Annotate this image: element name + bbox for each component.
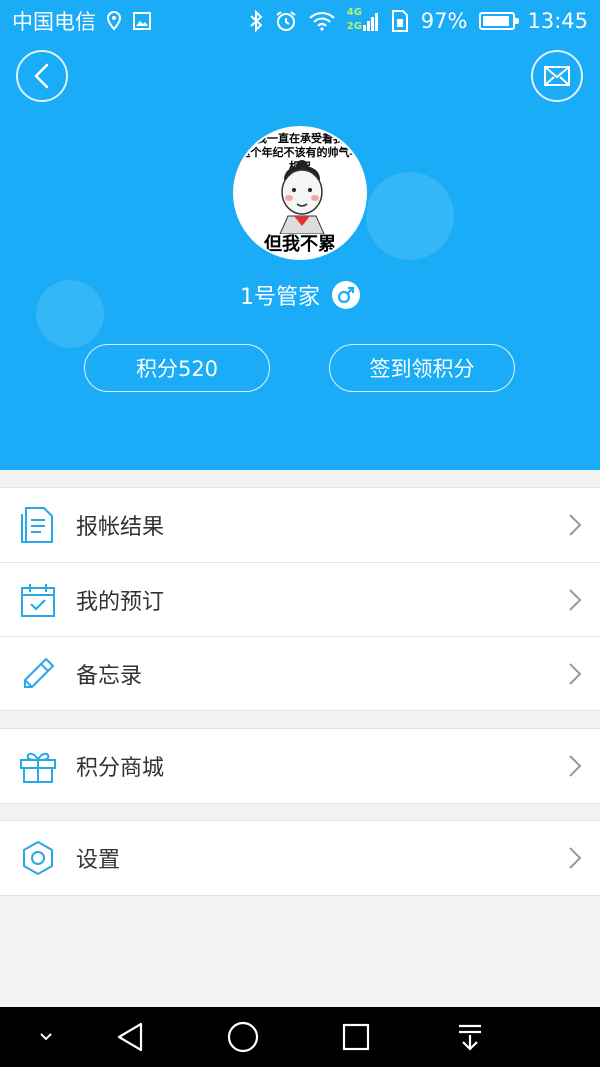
menu-group-3: 设置 xyxy=(0,820,600,896)
profile-header: 中国电信 4G 2G 97% 13:45 我一直在承受着我 这个年纪不该有的帅气… xyxy=(0,0,600,470)
menu-item-label: 积分商城 xyxy=(76,756,165,781)
menu-item-label: 设置 xyxy=(76,848,121,873)
alarm-icon xyxy=(275,10,297,32)
points-button[interactable]: 积分520 xyxy=(84,344,270,392)
status-bar: 中国电信 4G 2G 97% 13:45 xyxy=(0,0,600,42)
chevron-right-icon xyxy=(569,755,582,777)
avatar-caption-bottom: 但我不累 xyxy=(264,234,336,255)
chevron-right-icon xyxy=(569,514,582,536)
network-type-top: 4G xyxy=(346,7,362,18)
pencil-icon xyxy=(18,654,58,694)
menu-item-settings[interactable]: 设置 xyxy=(0,821,600,895)
location-icon xyxy=(106,11,122,31)
menu-item-memo[interactable]: 备忘录 xyxy=(0,636,600,710)
hide-nav-button[interactable] xyxy=(30,1007,62,1067)
avatar-cartoon xyxy=(279,160,325,234)
menu-group-1: 报帐结果 我的预订 备忘录 xyxy=(0,487,600,711)
chevron-down-icon xyxy=(40,1033,52,1041)
chevron-right-icon xyxy=(569,847,582,869)
network-type-bottom: 2G xyxy=(346,21,362,32)
battery-percent: 97% xyxy=(420,9,468,33)
sim-icon xyxy=(391,9,409,33)
settings-icon xyxy=(18,838,58,878)
chevron-left-icon xyxy=(34,63,49,89)
username: 1号管家 xyxy=(240,285,320,310)
avatar[interactable]: 我一直在承受着我 这个年纪不该有的帅气与机智 但我不累 xyxy=(233,126,367,260)
decor-bubble xyxy=(366,172,454,260)
male-icon xyxy=(332,281,360,309)
image-icon xyxy=(132,11,152,31)
bluetooth-icon xyxy=(249,10,263,32)
cellular-icon: 4G 2G xyxy=(347,7,379,35)
nav-notification-button[interactable] xyxy=(452,1007,488,1067)
wifi-icon xyxy=(309,11,335,31)
menu-item-reservations[interactable]: 我的预订 xyxy=(0,562,600,636)
menu-item-points-mall[interactable]: 积分商城 xyxy=(0,729,600,803)
circle-home-icon xyxy=(227,1021,259,1053)
battery-icon xyxy=(479,12,520,30)
system-nav-bar xyxy=(0,1007,600,1067)
gift-icon xyxy=(18,746,58,786)
nav-back-button[interactable] xyxy=(110,1007,150,1067)
pull-down-icon xyxy=(459,1024,481,1051)
chevron-right-icon xyxy=(569,662,582,685)
menu-group-2: 积分商城 xyxy=(0,728,600,804)
document-icon xyxy=(18,505,58,545)
menu-item-label: 报帐结果 xyxy=(76,515,165,540)
menu-item-label: 我的预订 xyxy=(76,589,165,615)
clock: 13:45 xyxy=(527,9,588,33)
triangle-back-icon xyxy=(117,1022,143,1052)
nav-recents-button[interactable] xyxy=(338,1007,374,1067)
menu-item-reimbursement[interactable]: 报帐结果 xyxy=(0,488,600,562)
chevron-right-icon xyxy=(569,588,582,611)
user-info: 1号管家 xyxy=(0,278,600,312)
carrier-name: 中国电信 xyxy=(12,10,96,34)
square-recents-icon xyxy=(342,1023,370,1051)
back-button[interactable] xyxy=(16,50,68,102)
message-button[interactable] xyxy=(531,50,583,102)
checkin-button[interactable]: 签到领积分 xyxy=(329,344,515,392)
nav-home-button[interactable] xyxy=(222,1007,264,1067)
menu-item-label: 备忘录 xyxy=(76,663,143,689)
mail-icon xyxy=(544,66,570,86)
calendar-check-icon xyxy=(18,580,58,620)
